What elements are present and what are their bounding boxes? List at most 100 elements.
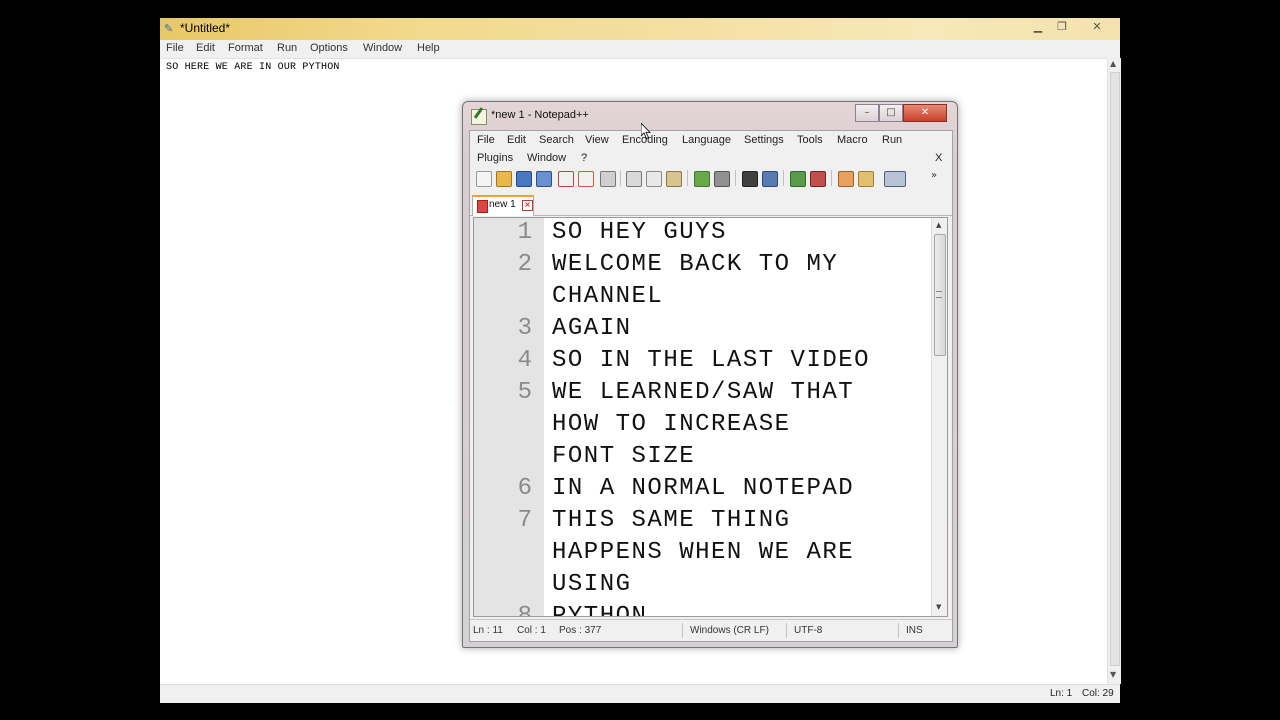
- word-wrap-icon[interactable]: [858, 171, 874, 187]
- maximize-icon[interactable]: ❐: [1050, 19, 1074, 35]
- find-icon[interactable]: [742, 171, 758, 187]
- menu-run[interactable]: Run: [277, 42, 297, 54]
- npp-menu-run[interactable]: Run: [882, 134, 902, 146]
- npp-menu-view[interactable]: View: [585, 134, 609, 146]
- npp-toolbar: »: [473, 169, 949, 189]
- line-number: 1: [517, 219, 532, 246]
- new-file-icon[interactable]: [476, 171, 492, 187]
- text-line[interactable]: FONT SIZE: [552, 443, 695, 470]
- npp-vertical-scrollbar[interactable]: ▲ ▼: [931, 218, 947, 616]
- text-line[interactable]: HOW TO INCREASE: [552, 411, 791, 438]
- text-line[interactable]: THIS SAME THING: [552, 507, 791, 534]
- tab-close-icon[interactable]: ×: [522, 200, 533, 211]
- scroll-down-icon[interactable]: ▼: [1110, 670, 1116, 679]
- idle-vertical-scrollbar[interactable]: ▲ ▼: [1107, 58, 1121, 684]
- print-icon[interactable]: [600, 171, 616, 187]
- cut-icon[interactable]: [626, 171, 642, 187]
- copy-icon[interactable]: [646, 171, 662, 187]
- idle-status-col: Col: 29: [1082, 688, 1114, 699]
- paste-icon[interactable]: [666, 171, 682, 187]
- npp-close-icon[interactable]: ✕: [903, 104, 947, 122]
- notepad-app-icon: [471, 109, 487, 125]
- npp-status-bar: Ln : 11 Col : 1 Pos : 377 Windows (CR LF…: [470, 619, 952, 642]
- menu-edit[interactable]: Edit: [196, 42, 215, 54]
- text-line[interactable]: AGAIN: [552, 315, 632, 342]
- code-area[interactable]: 1 SO HEY GUYS 2 WELCOME BACK TO MY CHANN…: [474, 218, 934, 616]
- npp-menu-tools[interactable]: Tools: [797, 134, 823, 146]
- redo-icon[interactable]: [714, 171, 730, 187]
- idle-editor-text[interactable]: SO HERE WE ARE IN OUR PYTHON: [166, 62, 340, 73]
- close-icon[interactable]: ✕: [1085, 19, 1109, 35]
- line-number: 6: [517, 475, 532, 502]
- minimize-icon[interactable]: ▁: [1026, 19, 1050, 35]
- save-all-icon[interactable]: [536, 171, 552, 187]
- status-divider: [786, 623, 787, 638]
- npp-client-area: File Edit Search View Encoding Language …: [469, 130, 953, 642]
- npp-maximize-icon[interactable]: □: [879, 104, 903, 122]
- text-line[interactable]: USING: [552, 571, 632, 598]
- tab-label: new 1: [489, 199, 516, 210]
- text-line[interactable]: SO IN THE LAST VIDEO: [552, 347, 870, 374]
- status-position: Pos : 377: [559, 625, 602, 636]
- npp-menu-file[interactable]: File: [477, 134, 495, 146]
- idle-status-line: Ln: 1: [1050, 688, 1073, 699]
- scroll-up-icon[interactable]: ▲: [1110, 59, 1116, 68]
- npp-menu-plugins[interactable]: Plugins: [477, 152, 513, 164]
- menu-file[interactable]: File: [166, 42, 184, 54]
- sync-scroll-icon[interactable]: [838, 171, 854, 187]
- text-line[interactable]: WE LEARNED/SAW THAT: [552, 379, 854, 406]
- indent-guide-icon[interactable]: [884, 171, 906, 187]
- close-file-icon[interactable]: [558, 171, 574, 187]
- status-encoding[interactable]: UTF-8: [794, 625, 822, 636]
- npp-menu-window[interactable]: Window: [527, 152, 566, 164]
- status-divider: [898, 623, 899, 638]
- menu-options[interactable]: Options: [310, 42, 348, 54]
- more-tools-chevron-icon[interactable]: »: [931, 171, 945, 185]
- line-number: 2: [517, 251, 532, 278]
- npp-menu-settings[interactable]: Settings: [744, 134, 784, 146]
- close-document-button[interactable]: X: [935, 152, 942, 164]
- save-icon[interactable]: [516, 171, 532, 187]
- tab-new-1[interactable]: new 1 ×: [472, 195, 534, 216]
- menu-help[interactable]: Help: [417, 42, 440, 54]
- status-insert-mode: INS: [906, 625, 923, 636]
- npp-minimize-icon[interactable]: –: [855, 104, 879, 122]
- status-eol[interactable]: Windows (CR LF): [690, 625, 769, 636]
- npp-title-bar[interactable]: *new 1 - Notepad++ – □ ✕: [463, 102, 957, 130]
- idle-title-bar[interactable]: ✎ *Untitled* ▁ ❐ ✕: [160, 18, 1120, 41]
- text-line[interactable]: SO HEY GUYS: [552, 219, 727, 246]
- idle-window-title: *Untitled*: [180, 21, 231, 35]
- status-column: Col : 1: [517, 625, 546, 636]
- zoom-out-icon[interactable]: [810, 171, 826, 187]
- npp-window-title: *new 1 - Notepad++: [491, 109, 589, 121]
- scroll-down-icon[interactable]: ▼: [936, 603, 941, 611]
- npp-menu-help[interactable]: ?: [581, 152, 587, 164]
- menu-format[interactable]: Format: [228, 42, 263, 54]
- line-number: 8: [517, 603, 532, 617]
- npp-editor[interactable]: 1 SO HEY GUYS 2 WELCOME BACK TO MY CHANN…: [473, 217, 948, 617]
- toolbar-separator: [687, 170, 688, 186]
- text-line[interactable]: WELCOME BACK TO MY: [552, 251, 838, 278]
- notepad-plus-plus-window: *new 1 - Notepad++ – □ ✕ File Edit Searc…: [462, 101, 958, 648]
- text-line[interactable]: CHANNEL: [552, 283, 663, 310]
- undo-icon[interactable]: [694, 171, 710, 187]
- idle-status-bar: Ln: 1 Col: 29: [160, 684, 1120, 703]
- status-divider: [682, 623, 683, 638]
- close-all-icon[interactable]: [578, 171, 594, 187]
- text-line[interactable]: PYTHON: [552, 603, 647, 616]
- npp-menu-edit[interactable]: Edit: [507, 134, 526, 146]
- line-number: 7: [517, 507, 532, 534]
- npp-menu-macro[interactable]: Macro: [837, 134, 868, 146]
- npp-menu-language[interactable]: Language: [682, 134, 731, 146]
- unsaved-file-icon: [477, 200, 488, 213]
- open-folder-icon[interactable]: [496, 171, 512, 187]
- scroll-thumb[interactable]: [1110, 72, 1120, 666]
- replace-icon[interactable]: [762, 171, 778, 187]
- npp-menu-search[interactable]: Search: [539, 134, 574, 146]
- scroll-up-icon[interactable]: ▲: [936, 221, 941, 229]
- toolbar-separator: [620, 170, 621, 186]
- zoom-in-icon[interactable]: [790, 171, 806, 187]
- text-line[interactable]: IN A NORMAL NOTEPAD: [552, 475, 854, 502]
- menu-window[interactable]: Window: [363, 42, 402, 54]
- text-line[interactable]: HAPPENS WHEN WE ARE: [552, 539, 854, 566]
